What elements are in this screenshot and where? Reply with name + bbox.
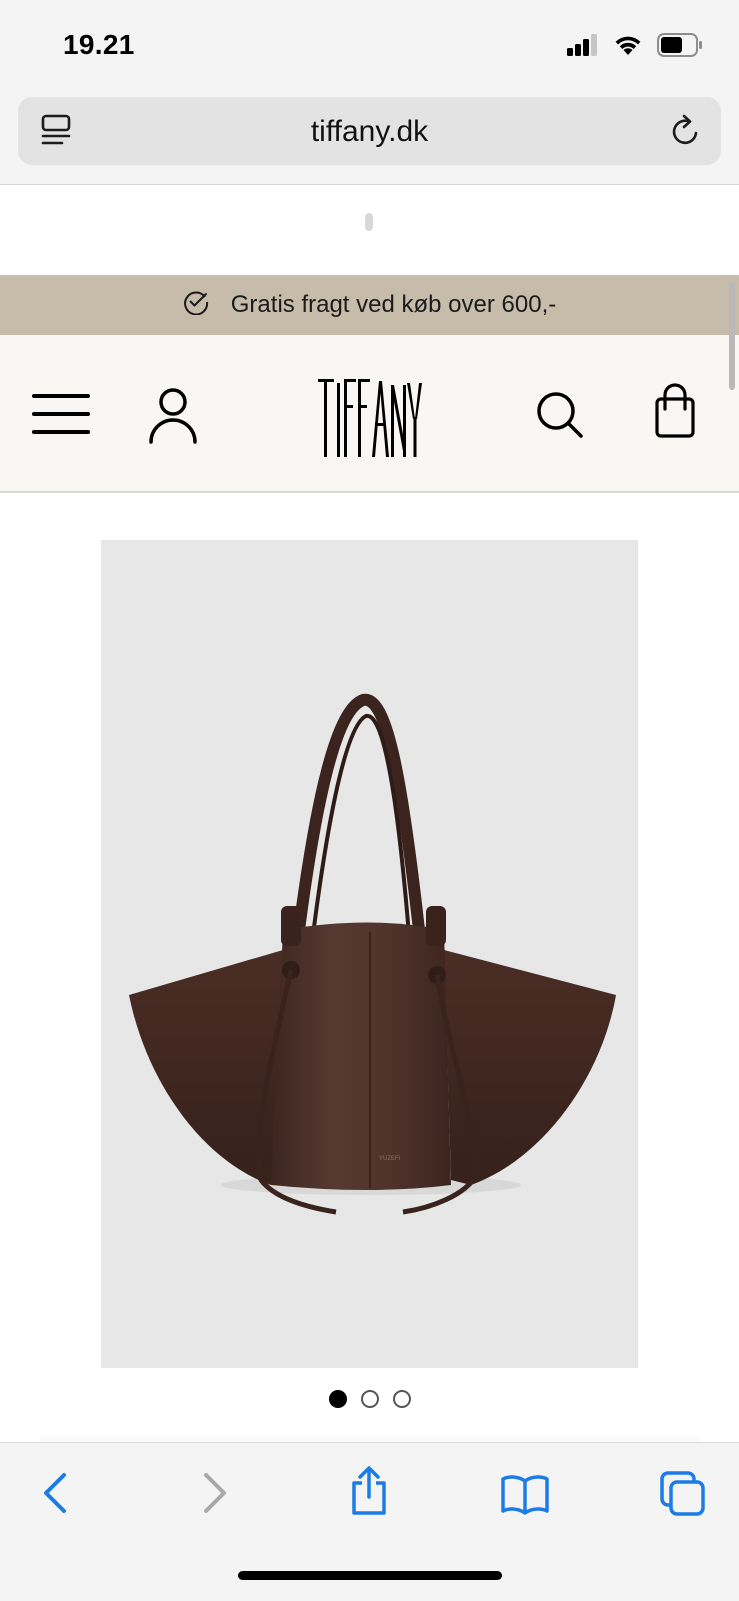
carousel-dot-1[interactable]: [328, 1390, 347, 1408]
carousel-dot-3[interactable]: [392, 1390, 411, 1408]
bookmarks-icon[interactable]: [500, 1473, 550, 1520]
forward-icon[interactable]: [198, 1471, 230, 1520]
tiffany-logo[interactable]: [318, 379, 422, 457]
page-loading-area: [0, 185, 739, 275]
cellular-signal-icon: [567, 33, 599, 61]
share-icon[interactable]: [348, 1465, 390, 1522]
status-time: 19.21: [63, 29, 135, 60]
user-icon[interactable]: [148, 387, 198, 450]
back-icon[interactable]: [40, 1471, 72, 1520]
status-icons: [567, 32, 703, 62]
battery-icon: [657, 32, 703, 62]
scroll-indicator: [729, 282, 735, 390]
carousel-dot-2[interactable]: [360, 1390, 379, 1408]
loading-indicator: [365, 213, 373, 231]
tabs-icon[interactable]: [660, 1471, 706, 1522]
promo-text: Gratis fragt ved køb over 600,-: [230, 291, 557, 318]
reload-icon[interactable]: [669, 113, 703, 154]
bag-brand-label: YUZEFI: [379, 1156, 401, 1162]
product-image[interactable]: YUZEFI: [101, 540, 638, 1368]
home-indicator: [238, 1571, 502, 1580]
hamburger-menu-icon[interactable]: [32, 391, 90, 442]
status-bar: 19.21: [0, 0, 739, 92]
promo-banner: Gratis fragt ved køb over 600,-: [0, 275, 739, 335]
search-icon[interactable]: [536, 391, 584, 444]
browser-address-area: tiffany.dk: [0, 92, 739, 185]
check-circle-icon: [183, 289, 209, 322]
site-header: [0, 335, 739, 493]
shopping-bag-icon[interactable]: [654, 383, 696, 444]
url-text[interactable]: tiffany.dk: [18, 115, 721, 149]
wifi-icon: [613, 34, 643, 61]
image-carousel-dots: [0, 1390, 739, 1408]
address-bar[interactable]: tiffany.dk: [18, 97, 721, 165]
